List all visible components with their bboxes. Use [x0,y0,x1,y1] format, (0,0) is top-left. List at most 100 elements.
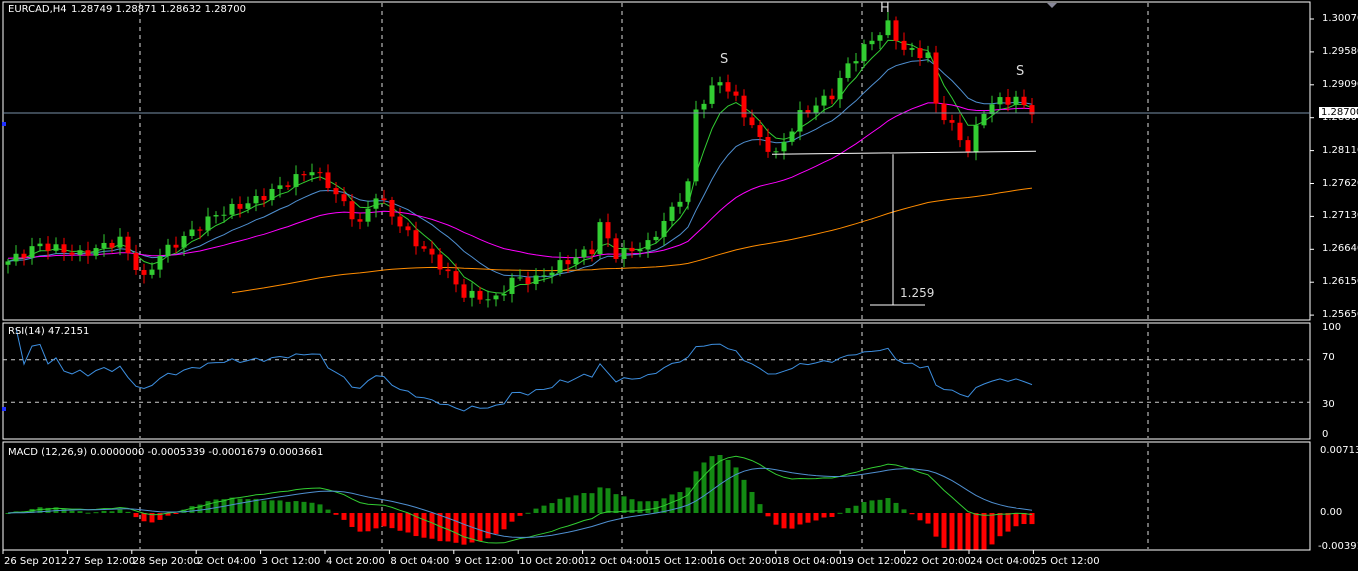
time-tick-label: 3 Oct 12:00 [261,556,321,567]
candle [421,241,427,252]
candle-body [933,52,939,104]
candle [533,268,539,291]
candle [269,183,275,206]
candle-body [1013,96,1019,105]
macd-histogram-bar [549,503,555,513]
macd-histogram-bar [493,513,499,534]
candle-body [1005,97,1011,105]
candle [357,213,363,230]
macd-histogram-bar [837,512,843,514]
ma-mid-line [7,59,1033,278]
neckline [771,150,1037,155]
candle-body [725,82,731,92]
macd-histogram-bar [1021,513,1027,525]
candle [405,222,411,237]
shift-triangle-icon[interactable] [1047,3,1057,8]
candle-body [693,109,699,182]
candle-body [757,125,763,138]
time-tick-label: 12 Oct 04:00 [583,556,649,567]
rsi-title: RSI(14) 47.2151 [8,326,90,337]
candle-body [405,226,411,231]
candle [613,233,619,263]
candle [21,249,27,266]
candle-body [349,201,355,220]
macd-histogram-bar [677,492,683,513]
candle-body [253,195,259,204]
candle [285,181,291,190]
candle-body [117,236,123,248]
time-tick-label: 16 Oct 20:00 [712,556,778,567]
candle [509,273,515,303]
candle [149,262,155,279]
candle-body [765,137,771,152]
candle [469,282,475,307]
candle-body [525,277,531,285]
candle-body [245,203,251,209]
candle [597,218,603,259]
macd-histogram-bar [517,513,523,516]
candle [789,128,795,146]
macd-histogram-bar [845,508,851,513]
macd-histogram-bar [789,513,795,529]
macd-histogram-bar [573,495,579,513]
candle [445,262,451,279]
candle [477,286,483,304]
macd-histogram-bar [949,513,955,550]
candle-body [237,203,243,209]
candle [933,45,939,113]
candle [669,202,675,227]
candle [517,269,523,281]
candle-body [565,260,571,265]
candle-body [677,201,683,207]
candle-body [85,250,91,256]
macd-level-min: -0.00391 [1318,541,1358,552]
macd-histogram-bar [765,513,771,517]
chart-canvas[interactable] [0,0,1358,571]
macd-histogram-bar [501,513,507,530]
candle-body [373,198,379,209]
candle [117,228,123,256]
macd-histogram-bar [989,513,995,545]
left-shoulder-label: S [720,52,729,67]
candle-body [389,200,395,217]
macd-histogram-bar [93,512,99,514]
rsi-panel-frame [2,322,1311,440]
macd-histogram-bar [261,500,267,513]
candle-body [5,261,11,265]
candle [173,236,179,254]
candle [389,196,395,225]
price-tick-label: 1.28110 [1322,144,1358,156]
candle-body [581,249,587,258]
macd-histogram-bar [509,513,515,522]
time-tick-label: 22 Oct 20:00 [905,556,971,567]
macd-histogram-bar [293,501,299,513]
candle-body [477,290,483,300]
macd-histogram-bar [325,509,331,513]
candle-body [109,242,115,248]
candle-body [301,174,307,176]
candle-body [829,95,835,100]
candle-body [341,194,347,202]
candle-body [293,174,299,187]
candle-body [885,20,891,36]
candle-body [821,95,827,106]
candle-body [573,257,579,265]
candle [645,232,651,258]
candle-body [357,219,363,222]
candle-body [845,63,851,78]
candle [717,76,723,94]
candle-body [141,270,147,275]
candle [997,92,1003,111]
candle [1013,90,1019,113]
candle [853,53,859,72]
candle [253,189,259,212]
candle [301,170,307,182]
candle-body [157,256,163,270]
candle-body [973,125,979,152]
candle-body [213,215,219,217]
macd-histogram-bar [757,504,763,513]
candle [781,133,787,160]
candle [957,114,963,148]
candle-body [325,172,331,189]
macd-histogram-bar [613,494,619,513]
